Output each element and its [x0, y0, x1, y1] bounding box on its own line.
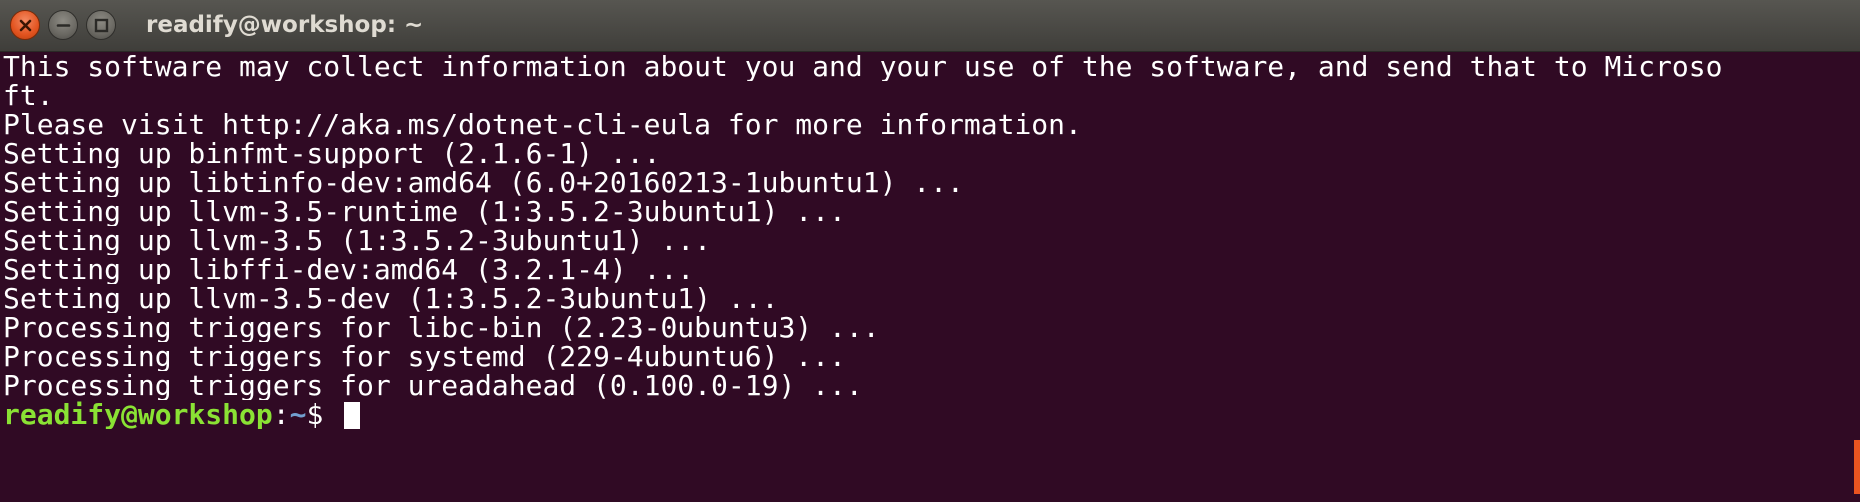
output-line: Please visit http://aka.ms/dotnet-cli-eu…	[3, 110, 1082, 139]
prompt-path: ~	[289, 400, 307, 429]
prompt-colon: :	[272, 400, 290, 429]
output-line: Setting up libffi-dev:amd64 (3.2.1-4) ..…	[3, 255, 695, 284]
output-line: Setting up llvm-3.5-runtime (1:3.5.2-3ub…	[3, 197, 846, 226]
terminal-output[interactable]: This software may collect information ab…	[0, 52, 1844, 502]
output-line: ft.	[3, 81, 54, 110]
prompt-user-host: readify@workshop	[3, 400, 273, 429]
title-bar[interactable]: readify@workshop: ~	[0, 0, 1860, 52]
minimize-button[interactable]	[48, 10, 78, 40]
text-cursor[interactable]	[344, 402, 361, 429]
prompt-symbol: $	[306, 400, 341, 429]
window-title: readify@workshop: ~	[146, 12, 424, 38]
output-line: Processing triggers for ureadahead (0.10…	[3, 371, 863, 400]
output-line: This software may collect information ab…	[3, 52, 1723, 81]
output-line: Setting up llvm-3.5 (1:3.5.2-3ubuntu1) .…	[3, 226, 712, 255]
output-line: Setting up binfmt-support (2.1.6-1) ...	[3, 139, 661, 168]
output-line: Processing triggers for systemd (229-4ub…	[3, 342, 846, 371]
output-line: Setting up llvm-3.5-dev (1:3.5.2-3ubuntu…	[3, 284, 779, 313]
maximize-icon	[94, 18, 109, 33]
minimize-icon	[56, 24, 71, 27]
maximize-button[interactable]	[86, 10, 116, 40]
output-line: Processing triggers for libc-bin (2.23-0…	[3, 313, 880, 342]
prompt-line[interactable]: readify@workshop:~$	[3, 400, 1844, 429]
terminal-window: readify@workshop: ~ This software may co…	[0, 0, 1860, 502]
close-button[interactable]	[10, 10, 40, 40]
output-line: Setting up libtinfo-dev:amd64 (6.0+20160…	[3, 168, 964, 197]
scrollbar-thumb[interactable]	[1854, 440, 1860, 494]
close-icon	[19, 19, 32, 32]
